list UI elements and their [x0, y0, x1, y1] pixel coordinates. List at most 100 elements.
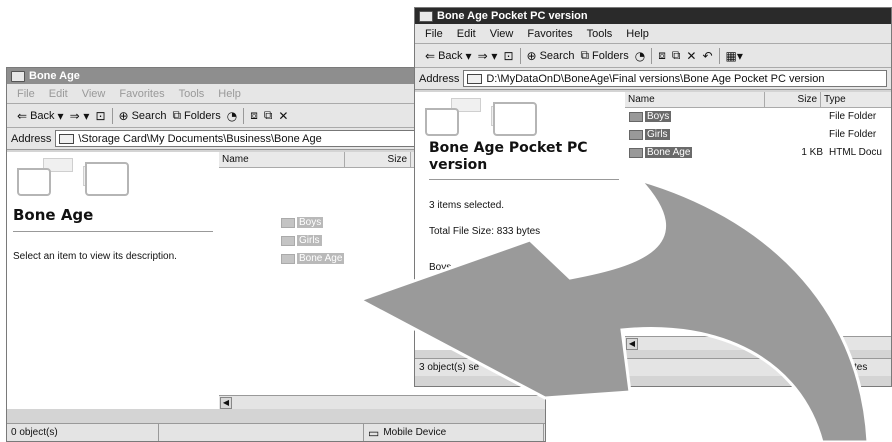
- menu-help[interactable]: Help: [626, 28, 649, 40]
- column-type[interactable]: Type: [821, 92, 891, 107]
- list-item[interactable]: Bone Age: [281, 253, 345, 264]
- history-button[interactable]: ◔: [227, 109, 237, 123]
- file-type: File Folder: [829, 129, 877, 140]
- column-size[interactable]: Size: [345, 152, 411, 167]
- status-zone: ▭ Mobile Device: [364, 424, 544, 441]
- right-content-area: Bone Age Pocket PC version 3 items selec…: [415, 92, 891, 350]
- mobile-device-icon: ▭: [368, 425, 380, 440]
- toolbar-separator: [111, 107, 113, 124]
- menu-view[interactable]: View: [490, 28, 514, 40]
- folder-banner: [421, 98, 541, 142]
- address-value: \Storage Card\My Documents\Business\Bone…: [78, 132, 322, 145]
- menu-view[interactable]: View: [82, 88, 106, 100]
- menu-tools[interactable]: Tools: [179, 88, 205, 100]
- window-icon: [419, 10, 433, 22]
- search-icon: ⊕: [118, 108, 129, 123]
- right-menu-bar: File Edit View Favorites Tools Help: [415, 24, 891, 44]
- menu-edit[interactable]: Edit: [49, 88, 68, 100]
- folder-outline: [425, 108, 459, 136]
- toolbar-separator: [243, 107, 245, 124]
- drive-icon: [467, 73, 483, 84]
- toolbar-separator: [519, 47, 521, 64]
- folder-heading-line-2: version: [429, 157, 488, 173]
- folder-icon: [629, 111, 643, 122]
- left-window-title: Bone Age: [29, 70, 80, 82]
- menu-file[interactable]: File: [425, 28, 443, 40]
- copy-to-button[interactable]: ⧉: [672, 48, 681, 63]
- search-button[interactable]: ⊕ Search: [119, 109, 167, 123]
- status-object-count: 3 object(s) se: [415, 359, 565, 376]
- status-spacer: [565, 359, 845, 376]
- list-item[interactable]: Boys: [281, 217, 324, 228]
- delete-button[interactable]: ✕: [686, 49, 696, 63]
- selected-item-name: Boys: [429, 262, 452, 273]
- history-button[interactable]: ◔: [635, 49, 645, 63]
- forward-button[interactable]: ⇒ ▾: [478, 49, 498, 63]
- scroll-left-icon[interactable]: ◀: [220, 396, 232, 409]
- folders-button[interactable]: ⧉ Folders: [580, 48, 628, 63]
- copy-to-button[interactable]: ⧉: [264, 108, 273, 123]
- status-spacer: [159, 424, 364, 441]
- file-name: Girls: [297, 235, 322, 246]
- up-folder-button[interactable]: ⊡: [95, 109, 105, 123]
- delete-button[interactable]: ✕: [278, 109, 288, 123]
- right-window-title: Bone Age Pocket PC version: [437, 10, 588, 22]
- right-explorer-window: Bone Age Pocket PC version File Edit Vie…: [414, 7, 892, 387]
- drive-icon: [59, 133, 75, 144]
- column-name[interactable]: Name: [219, 152, 345, 167]
- undo-button[interactable]: ↶: [702, 49, 712, 63]
- right-horizontal-scrollbar[interactable]: ◀: [625, 336, 891, 350]
- right-address-bar: Address D:\MyDataOnD\BoneAge\Final versi…: [415, 68, 891, 90]
- menu-edit[interactable]: Edit: [457, 28, 476, 40]
- folder-icon: [281, 217, 295, 228]
- list-item[interactable]: Girls File Folder: [629, 129, 891, 140]
- toolbar-separator: [718, 47, 720, 64]
- right-status-bar: 3 object(s) se ytes: [415, 358, 891, 376]
- forward-button[interactable]: ⇒ ▾: [70, 109, 90, 123]
- menu-file[interactable]: File: [17, 88, 35, 100]
- scroll-left-icon[interactable]: ◀: [626, 337, 638, 350]
- menu-tools[interactable]: Tools: [587, 28, 613, 40]
- column-size[interactable]: Size: [765, 92, 821, 107]
- file-name: Bone Age: [297, 253, 345, 264]
- back-button[interactable]: ⇐ Back ▾: [17, 109, 64, 123]
- right-column-header: Name Size Type: [625, 92, 891, 108]
- menu-help[interactable]: Help: [218, 88, 241, 100]
- list-item[interactable]: Girls: [281, 235, 322, 246]
- right-toolbar: ⇐ Back ▾ ⇒ ▾ ⊡ ⊕ Search ⧉ Folders ◔ ⧈ ⧉ ✕ ↶ …: [415, 44, 891, 68]
- address-label: Address: [419, 72, 460, 85]
- move-to-button[interactable]: ⧈: [250, 108, 258, 123]
- move-to-button[interactable]: ⧈: [658, 48, 666, 63]
- left-horizontal-scrollbar[interactable]: ◀: [219, 395, 545, 409]
- menu-favorites[interactable]: Favorites: [527, 28, 572, 40]
- status-bytes: ytes: [849, 362, 868, 373]
- back-button[interactable]: ⇐ Back ▾: [425, 49, 472, 63]
- right-title-bar[interactable]: Bone Age Pocket PC version: [415, 8, 891, 24]
- back-arrow-icon: ⇐: [17, 108, 28, 123]
- toolbar-separator: [651, 47, 653, 64]
- list-item[interactable]: Bone Age 1 KB HTML Docu: [629, 147, 891, 158]
- list-item[interactable]: Boys File Folder: [629, 111, 891, 122]
- column-name[interactable]: Name: [625, 92, 765, 107]
- menu-favorites[interactable]: Favorites: [119, 88, 164, 100]
- left-webview-panel: Bone Age Select an item to view its desc…: [7, 152, 217, 409]
- dropdown-icon: ▾: [57, 108, 64, 123]
- views-button[interactable]: ▦▾: [726, 49, 743, 63]
- folder-icon: [629, 129, 643, 140]
- file-name: Boys: [297, 217, 324, 228]
- file-name: Boys: [645, 111, 672, 122]
- left-status-bar: 0 object(s) ▭ Mobile Device: [7, 423, 545, 441]
- folder-heading-line-1: Bone Age Pocket PC: [429, 140, 588, 156]
- html-file-icon: [629, 147, 643, 158]
- folder-description: Select an item to view its description.: [13, 251, 177, 262]
- status-object-count: 0 object(s): [7, 424, 159, 441]
- search-button[interactable]: ⊕ Search: [527, 49, 575, 63]
- total-file-size: Total File Size: 833 bytes: [429, 226, 541, 237]
- folders-button[interactable]: ⧉ Folders: [172, 108, 220, 123]
- address-input[interactable]: D:\MyDataOnD\BoneAge\Final versions\Bone…: [463, 70, 887, 87]
- html-file-icon: [281, 253, 295, 264]
- folder-outline: [17, 168, 51, 196]
- address-value: D:\MyDataOnD\BoneAge\Final versions\Bone…: [486, 72, 825, 85]
- folder-icon: [281, 235, 295, 246]
- up-folder-button[interactable]: ⊡: [503, 49, 513, 63]
